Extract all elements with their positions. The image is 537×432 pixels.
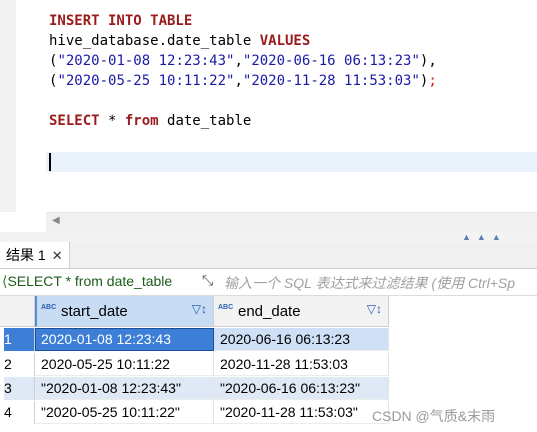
- column-header-start-date[interactable]: ABC start_date ▽↕: [35, 296, 214, 327]
- cell-start-date[interactable]: "2020-05-25 10:11:22": [35, 401, 214, 424]
- text-caret: [49, 153, 51, 171]
- cell-end-date[interactable]: 2020-06-16 06:13:23: [214, 328, 389, 351]
- column-header-end-date[interactable]: ABC end_date ▽↕: [214, 296, 389, 327]
- code-string: "2020-06-16 06:13:23": [242, 53, 420, 69]
- column-name: start_date: [61, 303, 128, 320]
- code-keyword: INSERT INTO TABLE: [49, 13, 193, 29]
- panel-splitter[interactable]: [0, 232, 537, 242]
- row-number-header: [0, 296, 35, 327]
- table-row[interactable]: 4 "2020-05-25 10:11:22" "2020-11-28 11:5…: [0, 401, 390, 424]
- horizontal-scrollbar[interactable]: [46, 212, 537, 233]
- column-filter-icon[interactable]: ▽↕: [367, 302, 382, 316]
- table-row[interactable]: 3 "2020-01-08 12:23:43" "2020-06-16 06:1…: [0, 377, 390, 400]
- string-type-icon: ABC: [41, 304, 57, 311]
- column-name: end_date: [238, 303, 301, 320]
- filter-expand-icon[interactable]: ⤡: [202, 272, 220, 290]
- scroll-left-arrow-icon[interactable]: ◀: [52, 215, 60, 226]
- column-filter-icon[interactable]: ▽↕: [192, 302, 207, 316]
- row-number[interactable]: 4: [4, 401, 35, 424]
- editor-gutter: [0, 0, 16, 212]
- cell-end-date[interactable]: 2020-11-28 11:53:03: [214, 353, 389, 376]
- close-icon[interactable]: ✕: [52, 248, 63, 263]
- tab-label: 结果 1: [6, 247, 46, 263]
- sql-editor[interactable]: INSERT INTO TABLE hive_database.date_tab…: [0, 0, 537, 233]
- code-punct: ),: [419, 53, 437, 69]
- splitter-collapse-icon[interactable]: ▲▲▲: [462, 232, 507, 242]
- code-text: hive_database.date_table: [49, 33, 260, 49]
- cell-end-date[interactable]: "2020-06-16 06:13:23": [214, 377, 389, 400]
- cell-start-date[interactable]: 2020-05-25 10:11:22: [35, 353, 214, 376]
- code-punct: ,: [234, 73, 243, 89]
- cell-start-date[interactable]: 2020-01-08 12:23:43: [35, 328, 214, 351]
- code-string: "2020-11-28 11:53:03": [242, 73, 420, 89]
- sql-code[interactable]: INSERT INTO TABLE hive_database.date_tab…: [49, 11, 437, 131]
- row-number[interactable]: 1: [4, 328, 35, 351]
- current-line-highlight: [46, 152, 537, 172]
- code-semicolon: ;: [428, 73, 437, 89]
- executed-query: ⟨SELECT * from date_table: [2, 273, 172, 290]
- watermark: CSDN @气质&末雨: [372, 408, 496, 424]
- cell-start-date[interactable]: "2020-01-08 12:23:43": [35, 377, 214, 400]
- executed-query-text: SELECT * from date_table: [7, 273, 173, 289]
- results-tabbar: 结果 1 ✕: [0, 242, 537, 269]
- code-keyword: from: [124, 113, 159, 129]
- row-number[interactable]: 3: [4, 377, 35, 400]
- row-number[interactable]: 2: [4, 353, 35, 376]
- string-type-icon: ABC: [218, 304, 234, 311]
- code-punct: ,: [234, 53, 243, 69]
- filter-bar: ⟨SELECT * from date_table ⤡ 输入一个 SQL 表达式…: [0, 269, 537, 296]
- code-string: "2020-05-25 10:11:22": [57, 73, 235, 89]
- tab-results-1[interactable]: 结果 1 ✕: [0, 242, 70, 268]
- cell-end-date[interactable]: "2020-11-28 11:53:03": [214, 401, 389, 424]
- code-text: date_table: [158, 113, 252, 129]
- code-text: *: [99, 113, 125, 129]
- table-row[interactable]: 2 2020-05-25 10:11:22 2020-11-28 11:53:0…: [0, 353, 390, 376]
- table-row[interactable]: 1 2020-01-08 12:23:43 2020-06-16 06:13:2…: [0, 328, 390, 351]
- code-keyword: VALUES: [259, 33, 311, 49]
- code-keyword: SELECT: [49, 113, 100, 129]
- code-string: "2020-01-08 12:23:43": [57, 53, 235, 69]
- filter-input[interactable]: 输入一个 SQL 表达式来过滤结果 (使用 Ctrl+Sp: [224, 273, 515, 293]
